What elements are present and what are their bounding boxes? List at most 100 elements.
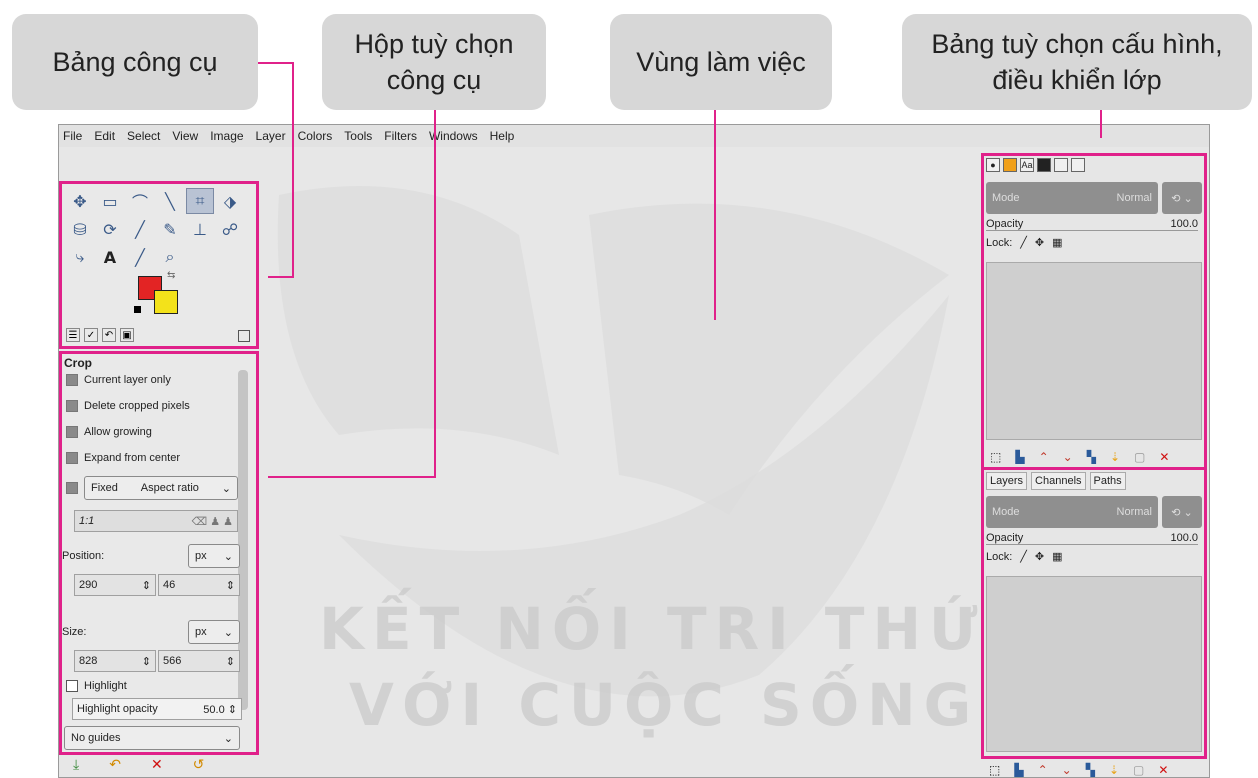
raise-layer-icon[interactable]: ⌃ [1038, 763, 1048, 777]
background-color-swatch[interactable] [154, 290, 178, 314]
size-h-field[interactable]: 566 ⇕ [158, 650, 240, 672]
transform-tool-icon[interactable]: ⬗ [216, 188, 244, 214]
images-tab-icon[interactable]: ▣ [120, 328, 134, 342]
tab-paths[interactable]: Paths [1089, 472, 1126, 490]
highlight-opacity-field[interactable]: Highlight opacity 50.0 ⇕ [72, 698, 242, 720]
pencil-icon[interactable]: ✎ [156, 216, 184, 242]
new-layer-icon[interactable]: ⬚ [989, 763, 1000, 777]
tool-options-tab-icon[interactable]: ☰ [66, 328, 80, 342]
zoom-tool-icon[interactable]: ⌕ [156, 244, 184, 270]
tab-channels[interactable]: Channels [1031, 472, 1086, 490]
document-tab-icon[interactable] [1054, 158, 1068, 172]
menu-file[interactable]: File [63, 129, 82, 143]
menu-windows[interactable]: Windows [429, 129, 478, 143]
mode-select[interactable]: Mode Normal [986, 182, 1158, 214]
mode-select[interactable]: Mode Normal [986, 496, 1158, 528]
save-preset-icon[interactable]: ⤓ [73, 757, 79, 773]
checkbox[interactable] [66, 452, 78, 464]
lock-alpha-icon[interactable]: ▦ [1052, 550, 1062, 563]
color-picker-icon[interactable]: ╱ [126, 244, 154, 270]
checkbox-row[interactable]: Delete cropped pixels [66, 400, 190, 412]
menu-help[interactable]: Help [490, 129, 515, 143]
swap-colors-icon[interactable]: ⇆ [167, 270, 175, 281]
checkbox[interactable] [66, 400, 78, 412]
reset-icon[interactable]: ↺ [193, 757, 205, 773]
highlight-row[interactable]: Highlight [66, 680, 127, 692]
duplicate-layer-icon[interactable]: ▚ [1087, 450, 1096, 464]
size-w-field[interactable]: 828 ⇕ [74, 650, 156, 672]
lock-alpha-icon[interactable]: ▦ [1052, 236, 1062, 249]
menu-colors[interactable]: Colors [298, 129, 333, 143]
brush-tab-icon[interactable]: ● [986, 158, 1000, 172]
mask-layer-icon[interactable]: ▢ [1134, 450, 1145, 464]
font-tab-icon[interactable]: Aa [1020, 158, 1034, 172]
toolbox-config-icon[interactable] [238, 330, 250, 342]
rect-select-icon[interactable]: ▭ [96, 188, 124, 214]
mask-layer-icon[interactable]: ▢ [1133, 763, 1144, 777]
checkbox[interactable] [66, 426, 78, 438]
paintbrush-icon[interactable]: ╱ [126, 216, 154, 242]
layer-list-area[interactable] [986, 576, 1202, 752]
smudge-tool-icon[interactable]: ☍ [216, 216, 244, 242]
anchor-layer-icon[interactable]: ⇣ [1109, 763, 1119, 777]
position-x-field[interactable]: 290 ⇕ [74, 574, 156, 596]
new-group-icon[interactable]: ▙ [1014, 763, 1023, 777]
menu-tools[interactable]: Tools [344, 129, 372, 143]
menu-select[interactable]: Select [127, 129, 160, 143]
warp-tool-icon[interactable]: ⟳ [96, 216, 124, 242]
opacity-row[interactable]: Opacity 100.0 [986, 218, 1198, 231]
undo-history-tab-icon[interactable]: ↶ [102, 328, 116, 342]
checkbox[interactable] [66, 374, 78, 386]
highlight-checkbox[interactable] [66, 680, 78, 692]
spinner-icon[interactable]: ⇕ [142, 655, 151, 668]
menu-view[interactable]: View [172, 129, 198, 143]
spinner-icon[interactable]: ⇕ [226, 579, 235, 592]
guides-select[interactable]: No guides ⌄ [64, 726, 240, 750]
raise-layer-icon[interactable]: ⌃ [1039, 450, 1049, 464]
pattern-tab-icon[interactable] [1003, 158, 1017, 172]
delete-preset-icon[interactable]: ✕ [151, 757, 163, 773]
fixed-checkbox[interactable] [66, 482, 78, 494]
position-unit-select[interactable]: px ⌄ [188, 544, 240, 568]
restore-preset-icon[interactable]: ↶ [109, 757, 121, 773]
tab-layers[interactable]: Layers [986, 472, 1028, 490]
text-tool-icon[interactable]: A [96, 244, 124, 270]
default-colors-icon[interactable] [134, 306, 141, 313]
paths-tool-icon[interactable]: ⤷ [66, 244, 94, 270]
ratio-field[interactable]: 1:1 ⌫ ♟ ♟ [74, 510, 238, 532]
delete-layer-icon[interactable]: ✕ [1158, 763, 1168, 777]
menu-layer[interactable]: Layer [256, 129, 286, 143]
delete-layer-icon[interactable]: ✕ [1159, 450, 1169, 464]
mode-extra-select[interactable]: ⟲ ⌄ [1162, 496, 1202, 528]
checkbox-row[interactable]: Expand from center [66, 452, 180, 464]
checkbox-row[interactable]: Allow growing [66, 426, 152, 438]
fuzzy-select-icon[interactable]: ╲ [156, 188, 184, 214]
spinner-icon[interactable]: ⇕ [142, 579, 151, 592]
checkbox-row[interactable]: Current layer only [66, 374, 171, 386]
menu-image[interactable]: Image [210, 129, 243, 143]
menu-edit[interactable]: Edit [94, 129, 115, 143]
mode-extra-select[interactable]: ⟲ ⌄ [1162, 182, 1202, 214]
position-y-field[interactable]: 46 ⇕ [158, 574, 240, 596]
new-layer-icon[interactable]: ⬚ [990, 450, 1001, 464]
lock-position-icon[interactable]: ✥ [1035, 550, 1044, 563]
menu-filters[interactable]: Filters [384, 129, 417, 143]
crop-tool-icon[interactable]: ⌗ [186, 188, 214, 214]
device-status-tab-icon[interactable]: ✓ [84, 328, 98, 342]
lock-pixels-icon[interactable]: ╱ [1020, 236, 1027, 249]
spinner-icon[interactable]: ⇕ [226, 655, 235, 668]
new-group-icon[interactable]: ▙ [1015, 450, 1024, 464]
gradient-tab-icon[interactable] [1037, 158, 1051, 172]
lower-layer-icon[interactable]: ⌄ [1063, 450, 1073, 464]
free-select-icon[interactable]: ⌒ [126, 188, 154, 214]
lower-layer-icon[interactable]: ⌄ [1062, 763, 1072, 777]
bucket-fill-icon[interactable]: ⛁ [66, 216, 94, 242]
clear-icon[interactable]: ⌫ ♟ ♟ [192, 515, 233, 528]
lock-position-icon[interactable]: ✥ [1035, 236, 1044, 249]
duplicate-layer-icon[interactable]: ▚ [1086, 763, 1095, 777]
lock-pixels-icon[interactable]: ╱ [1020, 550, 1027, 563]
fixed-aspect-select[interactable]: Fixed Aspect ratio ⌄ [84, 476, 238, 500]
opacity-row[interactable]: Opacity 100.0 [986, 532, 1198, 545]
template-tab-icon[interactable] [1071, 158, 1085, 172]
clone-tool-icon[interactable]: ⊥ [186, 216, 214, 242]
